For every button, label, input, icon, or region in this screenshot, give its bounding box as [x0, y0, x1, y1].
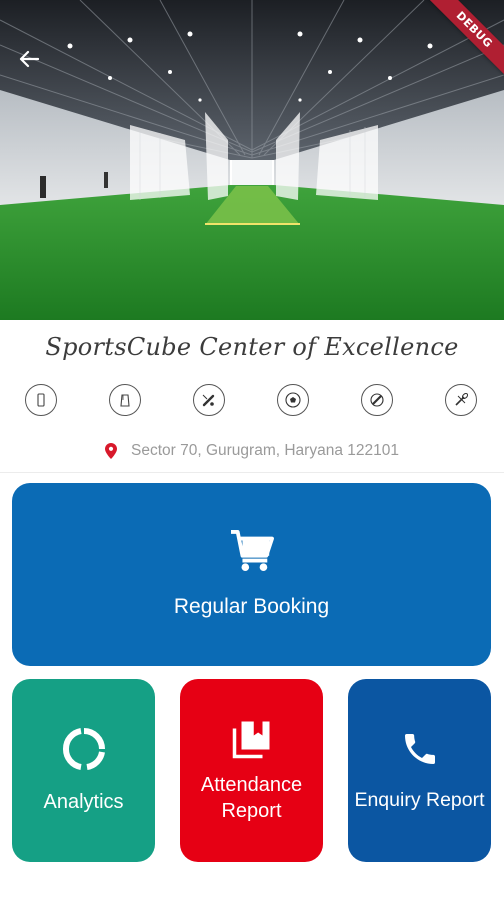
regular-booking-button[interactable]: Regular Booking	[12, 483, 491, 666]
enquiry-report-button[interactable]: Enquiry Report	[348, 679, 491, 862]
divider	[0, 472, 504, 473]
phone-icon[interactable]	[25, 384, 57, 416]
cricket-icon[interactable]	[193, 384, 225, 416]
cart-icon	[230, 529, 274, 571]
analytics-ring-icon	[62, 727, 105, 770]
phone-call-icon	[404, 733, 435, 764]
hero-image: DEBUG	[0, 0, 504, 320]
analytics-label: Analytics	[43, 790, 124, 813]
badminton-icon[interactable]	[445, 384, 477, 416]
library-books-icon	[232, 721, 269, 758]
address-row: Sector 70, Gurugram, Haryana 122101	[0, 442, 504, 460]
app-screen: DEBUG SportsCube Center of Excellence Se…	[0, 0, 504, 900]
bat-icon[interactable]	[361, 384, 393, 416]
football-icon[interactable]	[277, 384, 309, 416]
indoor-cricket-facility-photo	[0, 0, 504, 320]
back-button[interactable]	[12, 44, 46, 74]
sport-icons-row	[0, 384, 504, 420]
analytics-button[interactable]: Analytics	[12, 679, 155, 862]
center-title: SportsCube Center of Excellence	[45, 333, 459, 361]
attendance-report-button[interactable]: Attendance Report	[180, 679, 323, 862]
kit-bag-icon[interactable]	[109, 384, 141, 416]
regular-booking-label: Regular Booking	[173, 594, 330, 618]
location-pin-icon	[105, 443, 118, 459]
enquiry-report-label: Enquiry Report	[354, 788, 485, 811]
attendance-report-label: Attendance Report	[200, 773, 303, 822]
address-text: Sector 70, Gurugram, Haryana 122101	[131, 442, 399, 459]
arrow-back-icon	[19, 50, 39, 68]
